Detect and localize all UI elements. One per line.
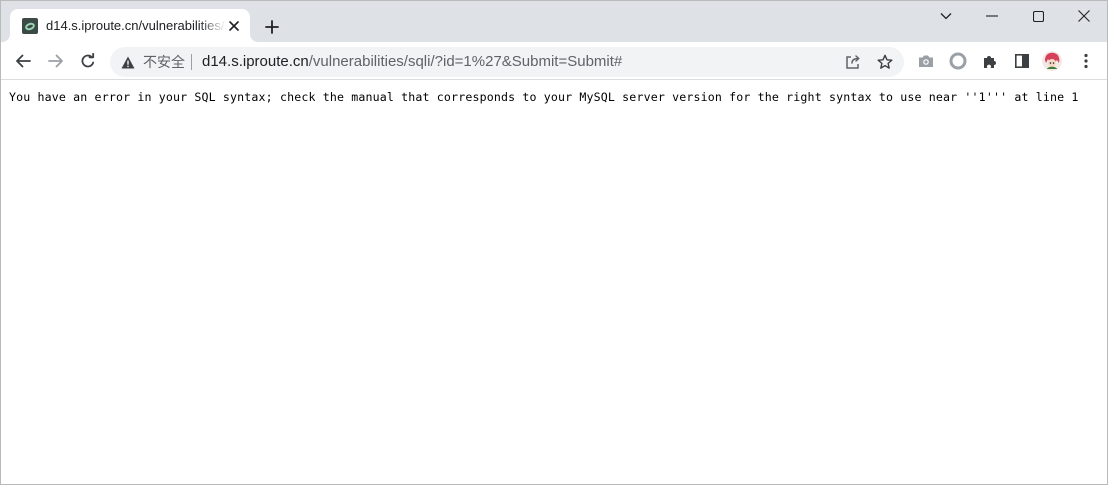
profile-avatar[interactable]: [1042, 51, 1062, 71]
not-secure-warning-icon[interactable]: [120, 54, 136, 70]
tab-title: d14.s.iproute.cn/vulnerabilities/sqli/?i…: [46, 18, 226, 33]
chevron-down-icon[interactable]: [923, 1, 969, 31]
tab-close-icon[interactable]: [226, 18, 242, 34]
url-host: d14.s.iproute.cn: [202, 53, 309, 70]
minimize-icon[interactable]: [969, 1, 1015, 31]
puzzle-extensions-icon[interactable]: [978, 49, 1002, 73]
circle-extension-icon[interactable]: [946, 49, 970, 73]
dvwa-favicon-icon: [22, 18, 38, 34]
tab-strip: d14.s.iproute.cn/vulnerabilities/sqli/?i…: [1, 1, 1107, 42]
tab-active[interactable]: d14.s.iproute.cn/vulnerabilities/sqli/?i…: [10, 9, 250, 42]
share-icon[interactable]: [841, 50, 865, 74]
url-text[interactable]: d14.s.iproute.cn/vulnerabilities/sqli/?i…: [202, 53, 622, 71]
omnibox-divider: [191, 54, 192, 70]
close-icon[interactable]: [1061, 1, 1107, 31]
page-content: You have an error in your SQL syntax; ch…: [1, 81, 1107, 484]
bookmark-star-icon[interactable]: [873, 50, 897, 74]
back-icon[interactable]: [11, 49, 35, 73]
browser-window: d14.s.iproute.cn/vulnerabilities/sqli/?i…: [0, 0, 1108, 485]
url-path: /vulnerabilities/sqli/?id=1%27&Submit=Su…: [308, 53, 623, 70]
not-secure-label[interactable]: 不安全: [143, 54, 185, 70]
side-panel-icon[interactable]: [1010, 49, 1034, 73]
forward-icon[interactable]: [44, 49, 68, 73]
more-menu-icon[interactable]: [1074, 49, 1098, 73]
address-bar[interactable]: 不安全 d14.s.iproute.cn/vulnerabilities/sql…: [110, 47, 904, 77]
sql-error-message: You have an error in your SQL syntax; ch…: [9, 90, 1079, 104]
reload-icon[interactable]: [76, 49, 100, 73]
maximize-icon[interactable]: [1015, 1, 1061, 31]
camera-icon[interactable]: [914, 49, 938, 73]
new-tab-plus-icon[interactable]: [260, 15, 284, 39]
toolbar: 不安全 d14.s.iproute.cn/vulnerabilities/sql…: [1, 42, 1107, 80]
